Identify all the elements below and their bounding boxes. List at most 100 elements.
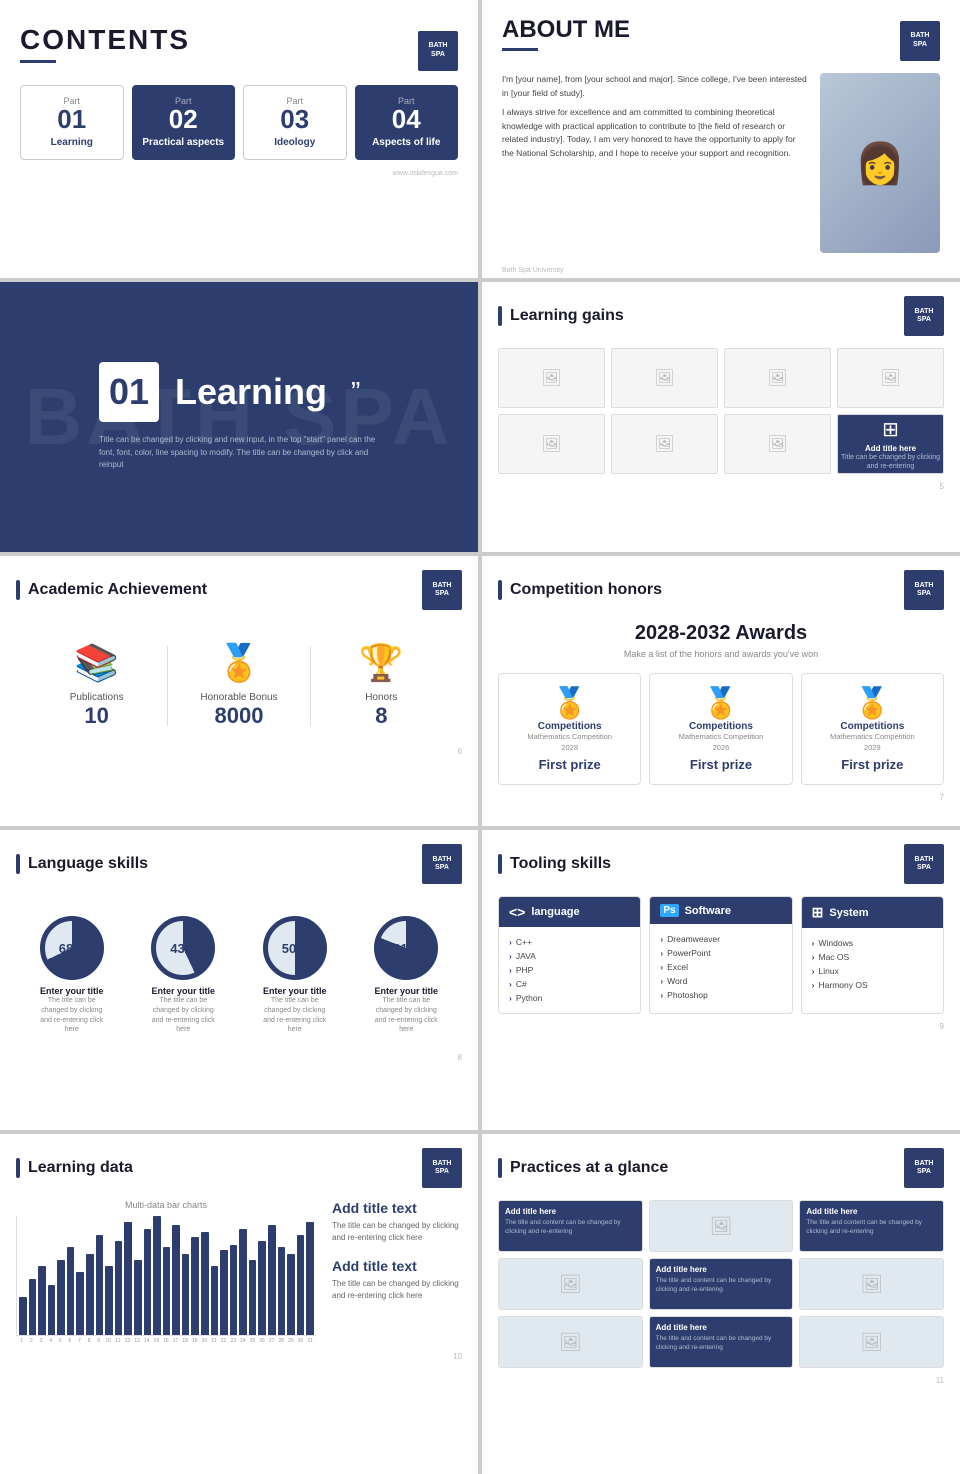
practice-8-title: Add title here [656,1323,787,1332]
practice-4-img: 🖼 [499,1259,642,1309]
page-num-6: 7 [498,793,944,802]
practice-5-desc: The title and content can be changed by … [656,1276,787,1294]
practices-title-wrap: Practices at a glance [498,1158,668,1178]
bonus-label: Honorable Bonus [168,692,309,703]
tool-powerpoint: PowerPoint [660,946,781,960]
practice-6: 🖼 [799,1258,944,1310]
highlight-desc: Title can be changed by clicking and re-… [838,453,943,471]
tool-windows: Windows [812,936,933,950]
slide-learning: BATH SPA 01 Learning ” Title can be chan… [0,282,478,552]
tool-java: JAVA [509,949,630,963]
quote-mark: ” [351,376,360,408]
about-photo: 👩 [820,73,940,253]
award-3-comp: Mathematics Competition2029 [808,732,937,753]
contents-footer: www.uslidesgua.com [20,170,458,177]
award-3-prize: First prize [808,757,937,772]
part-01[interactable]: Part 01 Learning [20,85,124,160]
learning-desc: Title can be changed by clicking and new… [99,434,379,472]
gains-img-5: 🖼 [498,414,605,474]
practice-5-title: Add title here [656,1265,787,1274]
page-num-5: 6 [16,747,462,756]
add-title-2: Add title text [332,1258,462,1274]
learning-content: 01 Learning ” Title can be changed by cl… [69,342,409,492]
gains-header: Learning gains BATHSPA [498,296,944,336]
bar-item [191,1237,199,1335]
chart-x-label: 8 [85,1338,93,1344]
bar-item [57,1260,65,1335]
achievement-icons: 📚 Publications 10 🏅 Honorable Bonus 8000… [16,622,462,739]
bar-item [249,1260,257,1335]
bar-item [287,1254,295,1335]
tool-software-body: Dreamweaver PowerPoint Excel Word Photos… [650,924,791,1010]
tool-col-system: ⊞ System Windows Mac OS Linux Harmony OS [801,896,944,1014]
about-logo: BATHSPA [900,21,940,61]
wreath-icon-1: 🏅 [505,686,634,721]
chart-x-label: 19 [191,1338,199,1344]
about-footer: Bath Spa University [482,263,960,278]
practice-5: Add title here The title and content can… [649,1258,794,1310]
part-03[interactable]: Part 03 Ideology [243,85,347,160]
chart-x-label: 4 [47,1338,55,1344]
tools-blue-bar [498,854,502,874]
publications-value: 10 [26,703,167,729]
add-desc-1: The title can be changed by clicking and… [332,1220,462,1244]
practice-3: Add title here The title and content can… [799,1200,944,1252]
slide-gains: Learning gains BATHSPA 🖼 🖼 🖼 🖼 🖼 🖼 🖼 ⊞ A… [482,282,960,552]
lang-title: Language skills [28,855,148,873]
chart-x-label: 28 [277,1338,285,1344]
tool-system-header: ⊞ System [802,897,943,928]
tool-col-software: Ps Software Dreamweaver PowerPoint Excel… [649,896,792,1014]
practice-1-desc: The title and content can be changed by … [505,1218,636,1236]
award-1: 🏅 Competitions Mathematics Competition20… [498,673,641,785]
practice-8: Add title here The title and content can… [649,1316,794,1368]
title-underline [20,60,56,63]
bonus-value: 8000 [168,703,309,729]
learning-title: Learning [175,371,327,413]
bar-item [115,1241,123,1335]
chart-x-label: 13 [133,1338,141,1344]
chart-x-label: 31 [306,1338,314,1344]
chart-x-label: 17 [172,1338,180,1344]
tool-php: PHP [509,963,630,977]
practice-8-desc: The title and content can be changed by … [656,1334,787,1352]
about-underline [502,48,538,51]
ring-50: 50% [263,916,327,980]
tools-title: Tooling skills [510,855,611,873]
practice-6-img: 🖼 [800,1259,943,1309]
part-04[interactable]: Part 04 Aspects of life [355,85,459,160]
part-02[interactable]: Part 02 Practical aspects [132,85,236,160]
circle-50: 50% Enter your title The title can be ch… [260,916,330,1035]
about-para2: I always strive for excellence and am co… [502,106,808,160]
label-43: Enter your title [148,986,218,996]
desc-50: The title can be changed by clicking and… [260,996,330,1035]
tool-software-header: Ps Software [650,897,791,924]
chart-labels: 1234567891011121314151617181920212223242… [16,1336,316,1344]
gains-grid: 🖼 🖼 🖼 🖼 🖼 🖼 🖼 ⊞ Add title here Title can… [498,348,944,474]
part-02-num: 02 [141,106,227,132]
bar-item [76,1272,84,1335]
practice-1-title: Add title here [505,1207,636,1216]
bar-item [29,1279,37,1335]
practices-blue-bar [498,1158,502,1178]
lang-title-wrap: Language skills [16,854,148,874]
ring-81: 81% [374,916,438,980]
tool-dreamweaver: Dreamweaver [660,932,781,946]
award-2-prize: First prize [656,757,785,772]
pct-50: 50% [282,941,308,956]
practice-9-img: 🖼 [800,1317,943,1367]
chart-x-label: 14 [143,1338,151,1344]
gains-title-wrap: Learning gains [498,306,624,326]
data-text: Add title text The title can be changed … [332,1200,462,1344]
photoshop-icon: Ps [660,904,678,917]
wreath-icon-3: 🏅 [808,686,937,721]
awards-title: 2028-2032 Awards [498,622,944,645]
honors-value: 8 [311,703,452,729]
chart-title: Multi-data bar charts [16,1200,316,1210]
tool-lang-header: <> language [499,897,640,927]
practice-9: 🖼 [799,1316,944,1368]
tools-cols: <> language C++ JAVA PHP C# Python Ps So… [498,896,944,1014]
gains-highlight[interactable]: ⊞ Add title here Title can be changed by… [837,414,944,474]
bar-item [144,1229,152,1335]
chart-x-label: 3 [37,1338,45,1344]
part-01-name: Learning [29,136,115,149]
